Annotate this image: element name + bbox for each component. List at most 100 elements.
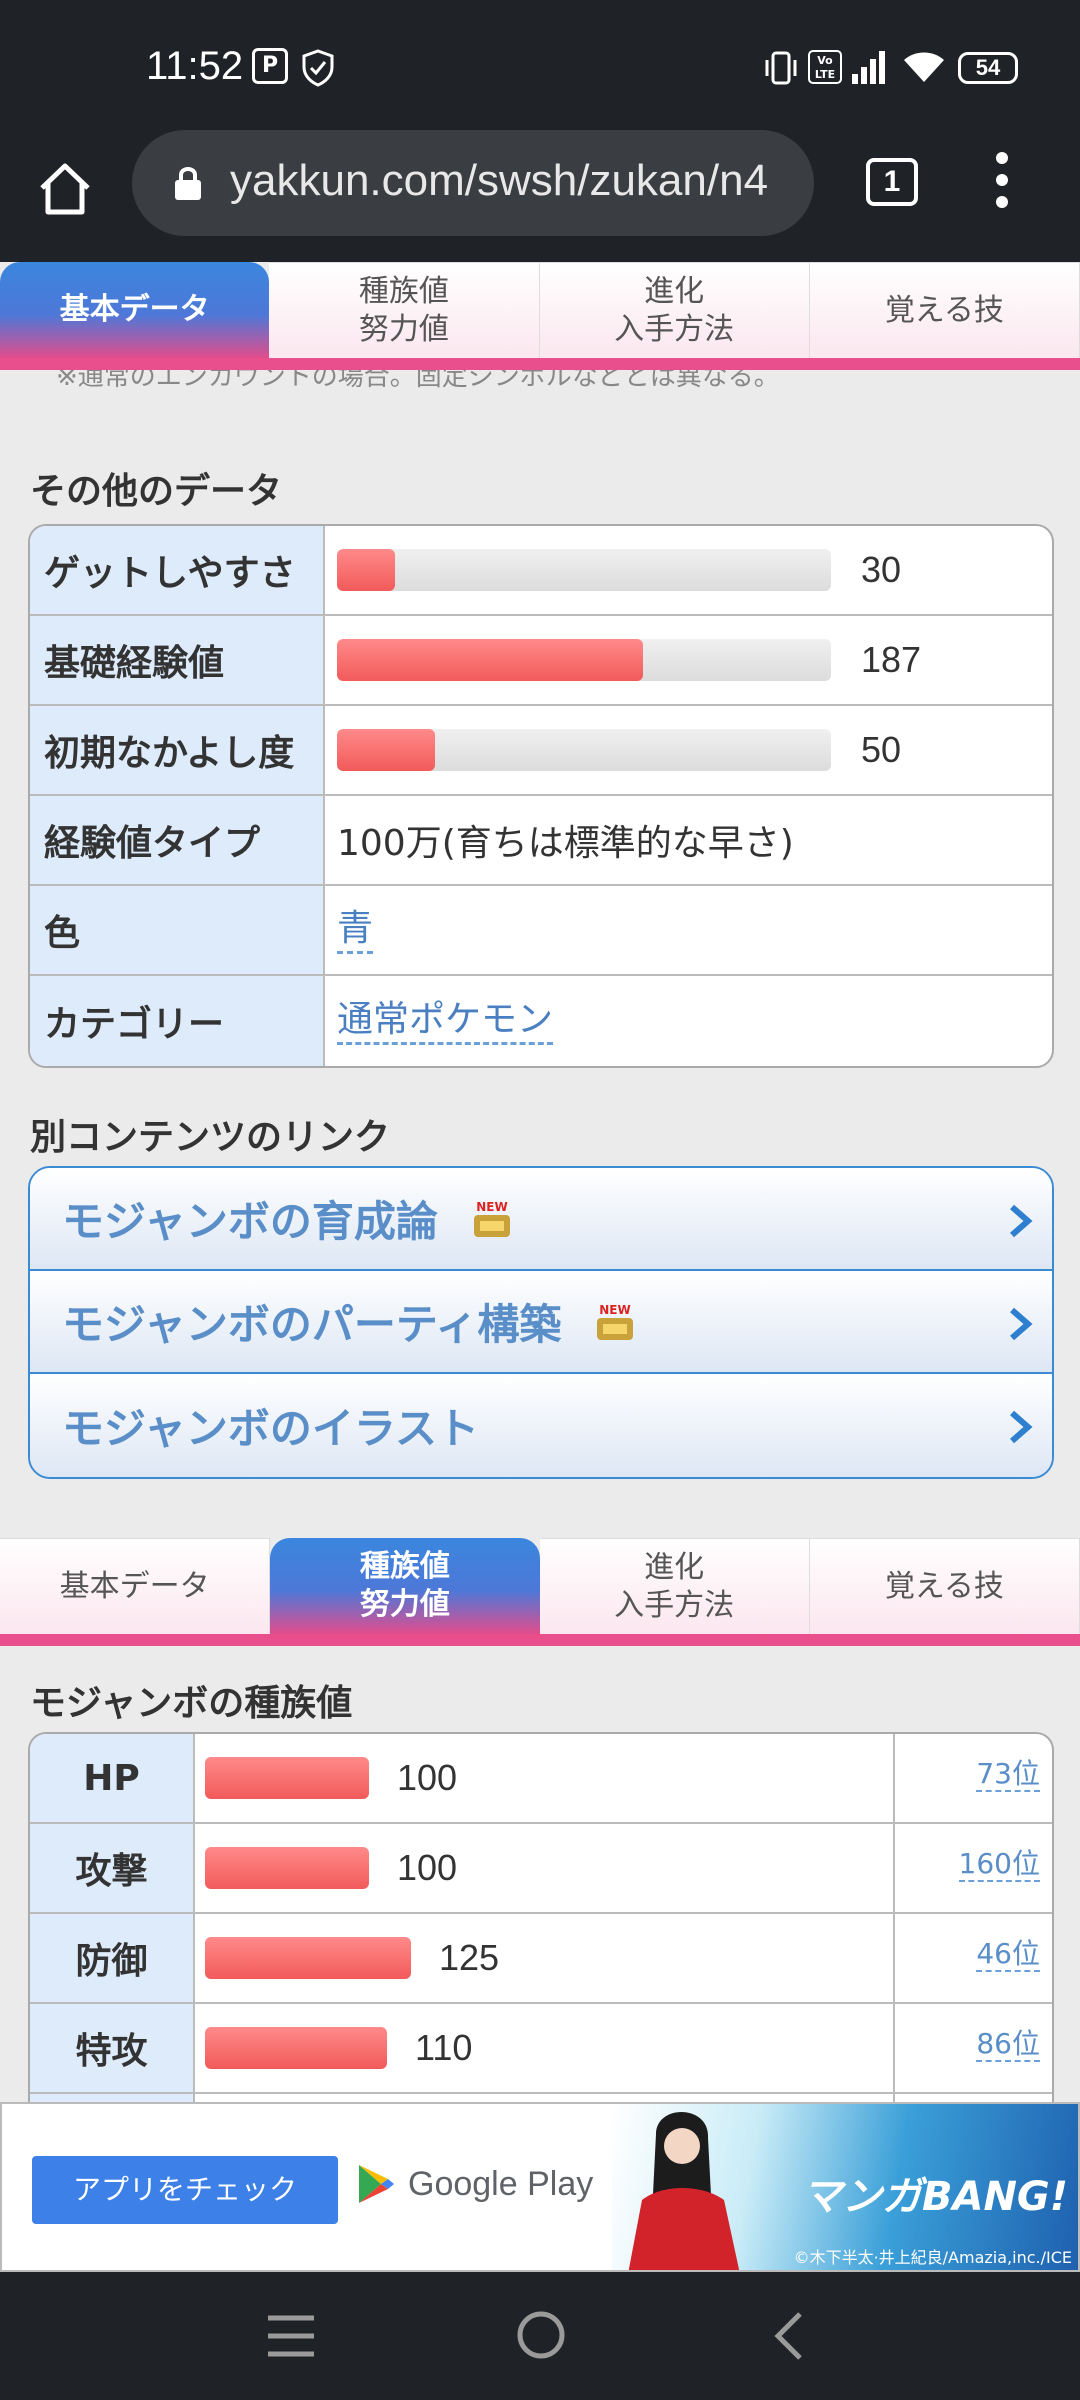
friendship-value: 50 [861, 729, 902, 770]
exp-type-value: 100万(育ちは標準的な早さ) [337, 823, 794, 864]
tab-label: 進化 入手方法 [614, 273, 735, 347]
table-row [30, 2094, 1052, 2102]
link-label: モジャンボのイラスト [62, 1404, 480, 1453]
table-row: 初期なかよし度 50 [30, 706, 1052, 796]
row-label: カテゴリー [30, 976, 325, 1066]
stat-rank-link[interactable]: 160位 [958, 1847, 1040, 1882]
stat-label: 防御 [30, 1914, 195, 2002]
svg-text:NEW: NEW [600, 1303, 631, 1317]
tab-moves[interactable]: 覚える技 [809, 262, 1080, 358]
tab-underline [0, 358, 1080, 370]
mid-tab-bar: 基本データ 種族値 努力値 進化 入手方法 覚える技 [0, 1538, 1080, 1646]
tab-label: 進化 入手方法 [614, 1549, 735, 1623]
table-row: ゲットしやすさ 30 [30, 526, 1052, 616]
volte-icon: Vo LTE [808, 50, 842, 88]
status-bar: 11:52 P Vo LTE 54 [0, 0, 1080, 130]
recent-apps-icon[interactable] [266, 2312, 316, 2364]
stat-bar [205, 1937, 411, 1979]
link-illustration[interactable]: モジャンボのイラスト [30, 1374, 1052, 1477]
stat-value: 100 [397, 1757, 458, 1798]
table-row: 経験値タイプ 100万(育ちは標準的な早さ) [30, 796, 1052, 886]
links-list: モジャンボの育成論 NEW モジャンボのパーティ構築 NEW モジャンボのイラス… [28, 1166, 1054, 1479]
vibrate-icon [764, 48, 798, 86]
catch-rate-value: 30 [861, 549, 902, 590]
base-exp-bar [337, 639, 831, 681]
base-stats-table: HP 100 73位 攻撃 100 160位 防御 125 46位 特攻 110… [28, 1732, 1054, 2102]
ad-banner[interactable]: アプリをチェック Google Play マンガBANG! ©木下半太·井上紀良… [0, 2102, 1080, 2272]
stat-value: 125 [439, 1937, 500, 1978]
battery-icon: 54 [958, 52, 1018, 84]
base-exp-value: 187 [861, 639, 922, 680]
tab-basic-data[interactable]: 基本データ [0, 1538, 271, 1634]
shield-check-icon [298, 48, 338, 87]
tab-evolution[interactable]: 進化 入手方法 [539, 262, 810, 358]
home-icon[interactable] [34, 158, 96, 220]
color-link[interactable]: 青 [337, 907, 374, 954]
stat-rank-link[interactable]: 86位 [976, 2027, 1040, 2062]
stat-value: 110 [415, 2027, 473, 2068]
back-icon[interactable] [770, 2310, 806, 2366]
other-data-title: その他のデータ [30, 471, 283, 512]
link-label: モジャンボのパーティ構築 [62, 1300, 562, 1349]
lock-icon [172, 164, 204, 206]
tab-switcher-button[interactable]: 1 [866, 158, 918, 206]
ad-character-illustration [628, 2111, 740, 2270]
url-text: yakkun.com/swsh/zukan/n4 [230, 156, 769, 205]
table-row: 防御 125 46位 [30, 1914, 1052, 2004]
stat-rank-link[interactable]: 73位 [976, 1757, 1040, 1792]
stat-bar [205, 1847, 369, 1889]
new-badge-icon: NEW [593, 1300, 637, 1344]
page-content: ※通常のエンカウントの場合。固定シンボルなどとは異なる。 基本データ 種族値 努… [0, 262, 1080, 2102]
tab-label: 種族値 努力値 [358, 273, 449, 347]
stat-rank-link[interactable]: 46位 [976, 1937, 1040, 1972]
google-play-icon [359, 2165, 394, 2203]
tab-label: 覚える技 [884, 292, 1004, 328]
browser-toolbar: yakkun.com/swsh/zukan/n4 1 [0, 130, 1080, 262]
url-bar[interactable]: yakkun.com/swsh/zukan/n4 [132, 130, 814, 236]
links-title: 別コンテンツのリンク [30, 1117, 391, 1158]
link-label: モジャンボの育成論 [62, 1197, 438, 1246]
system-nav-bar [0, 2272, 1080, 2400]
table-row: カテゴリー 通常ポケモン [30, 976, 1052, 1066]
tab-base-stats[interactable]: 種族値 努力値 [269, 262, 540, 358]
row-label: 経験値タイプ [30, 796, 325, 884]
category-link[interactable]: 通常ポケモン [337, 998, 554, 1045]
row-label: 初期なかよし度 [30, 706, 325, 794]
paypay-icon: P [252, 48, 288, 86]
stat-label: HP [30, 1734, 195, 1822]
ad-check-app-button[interactable]: アプリをチェック [32, 2156, 338, 2224]
link-training-guide[interactable]: モジャンボの育成論 NEW [30, 1168, 1052, 1271]
catch-rate-bar [337, 549, 831, 591]
new-badge-icon: NEW [470, 1197, 514, 1241]
ad-brand-text: マンガBANG! [802, 2174, 1068, 2220]
wifi-icon [902, 48, 946, 86]
tab-base-stats[interactable]: 種族値 努力値 [270, 1538, 540, 1634]
table-row: 基礎経験値 187 [30, 616, 1052, 706]
tab-label: 基本データ [59, 292, 210, 327]
stat-value: 100 [397, 1847, 458, 1888]
row-label: 色 [30, 886, 325, 974]
stat-label: 特攻 [30, 2004, 195, 2092]
tab-basic-data[interactable]: 基本データ [0, 262, 270, 358]
signal-icon [850, 48, 888, 86]
home-nav-icon[interactable] [516, 2310, 566, 2364]
base-stats-title: モジャンボの種族値 [30, 1683, 353, 1724]
stat-bar [205, 1757, 369, 1799]
stat-label: 攻撃 [30, 1824, 195, 1912]
tab-moves[interactable]: 覚える技 [809, 1538, 1080, 1634]
ad-credit-text: ©木下半太·井上紀良/Amazia,inc./ICE [793, 2248, 1072, 2267]
tab-label: 覚える技 [884, 1568, 1004, 1604]
top-tab-bar: 基本データ 種族値 努力値 進化 入手方法 覚える技 [0, 262, 1080, 370]
friendship-bar [337, 729, 831, 771]
chevron-right-icon [1002, 1303, 1038, 1341]
row-label: ゲットしやすさ [30, 526, 325, 614]
google-play-badge: Google Play [356, 2162, 593, 2206]
tab-evolution[interactable]: 進化 入手方法 [539, 1538, 810, 1634]
link-party-build[interactable]: モジャンボのパーティ構築 NEW [30, 1271, 1052, 1374]
tab-label: 基本データ [59, 1568, 210, 1604]
status-time: 11:52 [146, 44, 244, 88]
chevron-right-icon [1002, 1200, 1038, 1238]
ad-artwork: マンガBANG! ©木下半太·井上紀良/Amazia,inc./ICE [612, 2104, 1078, 2270]
overflow-menu-icon[interactable] [992, 152, 1012, 214]
table-row: 攻撃 100 160位 [30, 1824, 1052, 1914]
